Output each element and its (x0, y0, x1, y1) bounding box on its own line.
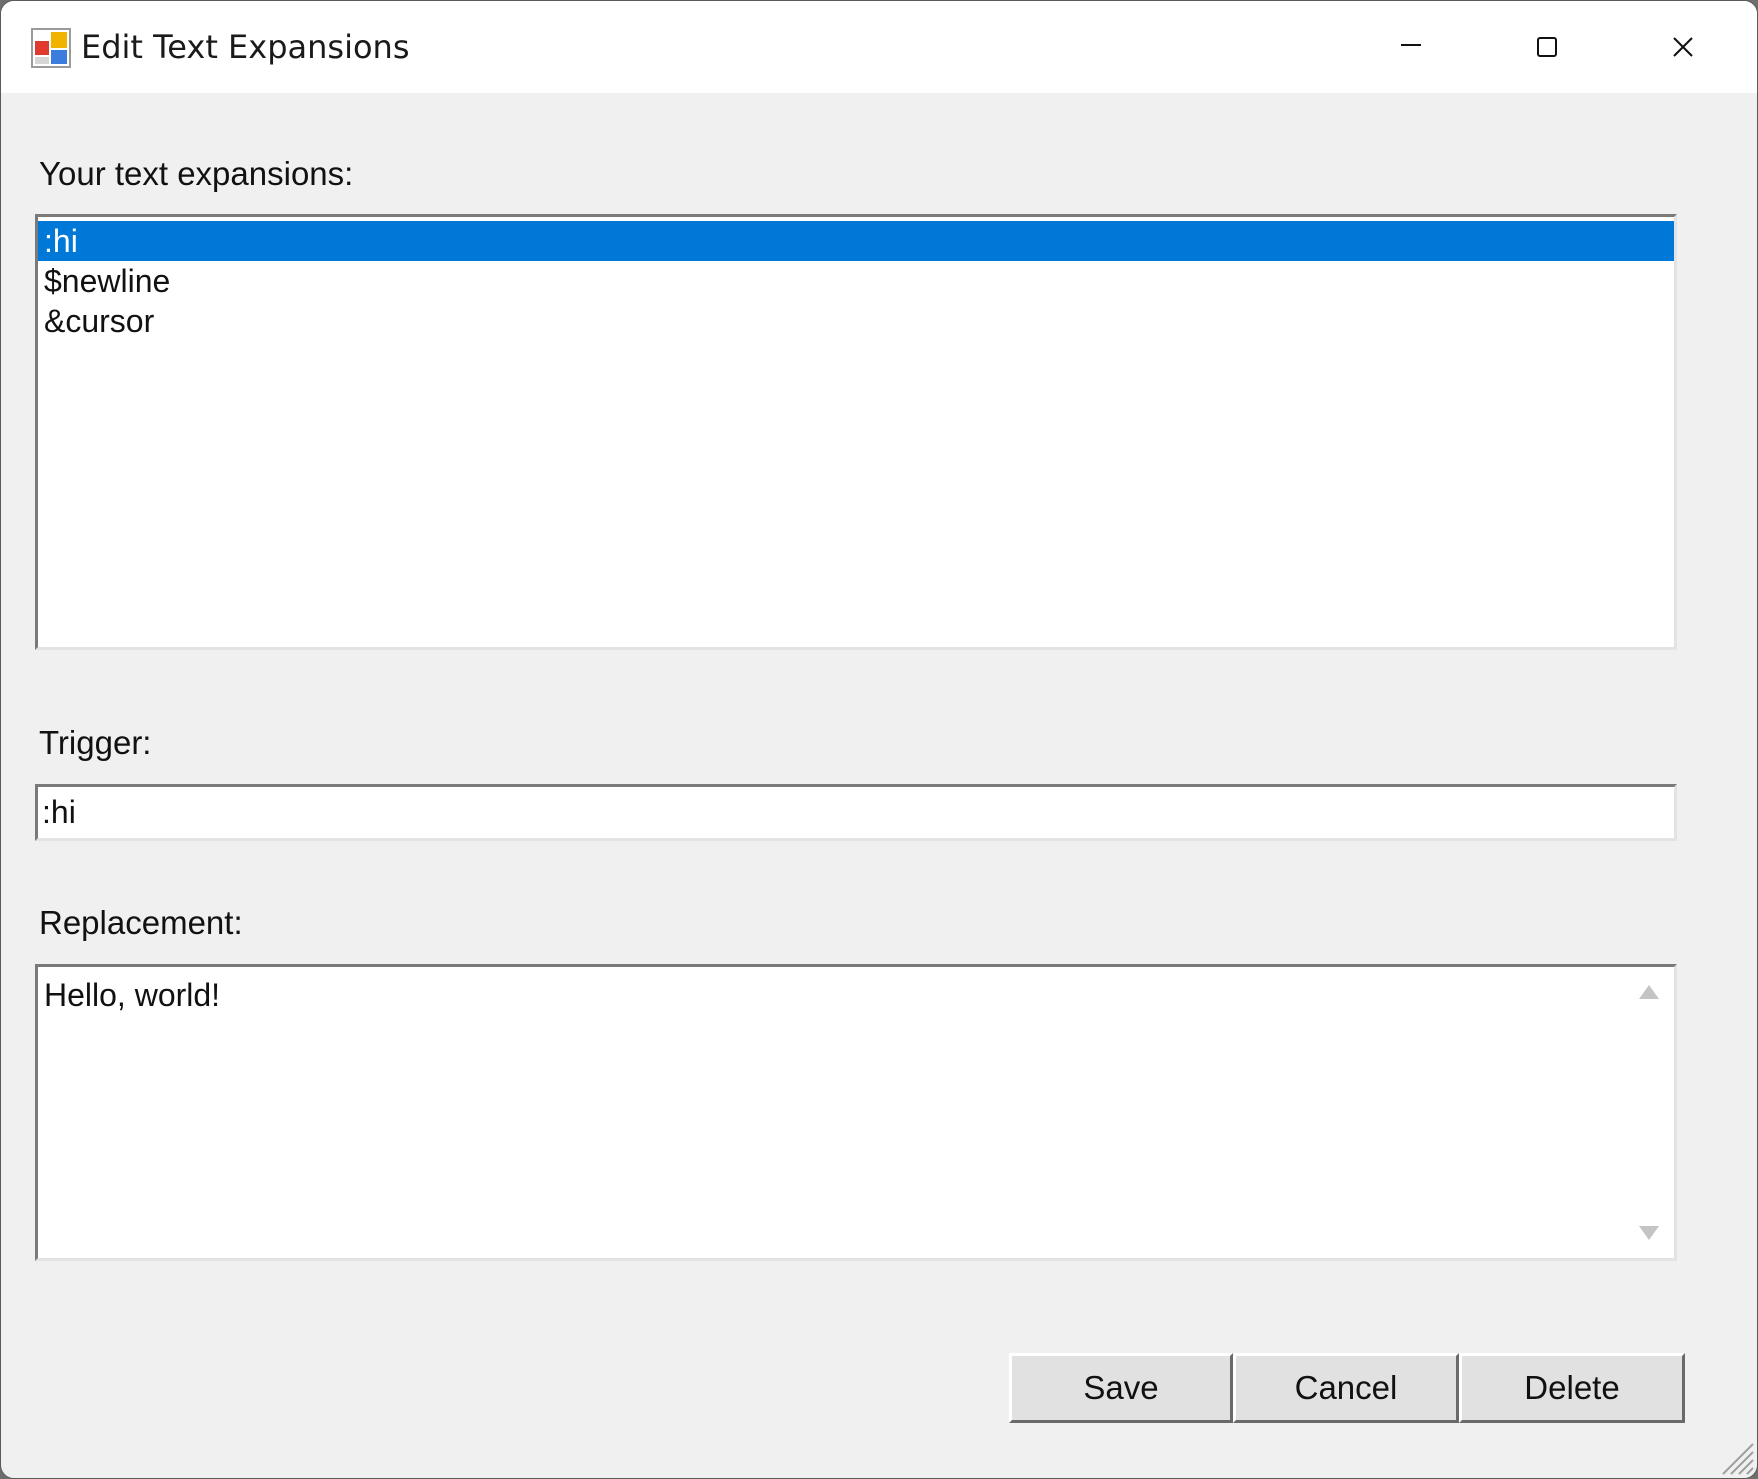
minimize-button[interactable] (1343, 1, 1479, 93)
scroll-up-button[interactable] (1624, 967, 1674, 1017)
close-icon (1673, 37, 1693, 57)
list-item[interactable]: :hi (38, 221, 1674, 261)
replacement-textarea[interactable]: Hello, world! (35, 964, 1677, 1261)
trigger-input[interactable]: :hi (35, 784, 1677, 841)
arrow-down-icon (1639, 1226, 1659, 1240)
replacement-text: Hello, world! (44, 977, 221, 1013)
dialog-window: Edit Text Expansions Your text expansion… (0, 0, 1758, 1479)
window-title: Edit Text Expansions (81, 28, 410, 66)
app-forms-icon (31, 28, 71, 68)
maximize-button[interactable] (1479, 1, 1615, 93)
delete-button[interactable]: Delete (1459, 1353, 1685, 1423)
replacement-label: Replacement: (39, 904, 243, 941)
resize-grip-icon[interactable] (1715, 1436, 1755, 1476)
save-button[interactable]: Save (1009, 1353, 1233, 1423)
list-item[interactable]: $newline (38, 261, 1674, 301)
expansions-listbox[interactable]: :hi $newline &cursor (35, 214, 1677, 650)
scroll-down-button[interactable] (1624, 1208, 1674, 1258)
title-bar[interactable]: Edit Text Expansions (1, 1, 1757, 93)
expansions-label: Your text expansions: (39, 155, 354, 192)
maximize-icon (1537, 37, 1557, 57)
trigger-label: Trigger: (39, 724, 152, 761)
arrow-up-icon (1639, 985, 1659, 999)
vertical-scrollbar[interactable] (1624, 967, 1674, 1258)
close-button[interactable] (1615, 1, 1751, 93)
list-item[interactable]: &cursor (38, 301, 1674, 341)
minimize-icon (1401, 44, 1421, 46)
cancel-button[interactable]: Cancel (1233, 1353, 1459, 1423)
